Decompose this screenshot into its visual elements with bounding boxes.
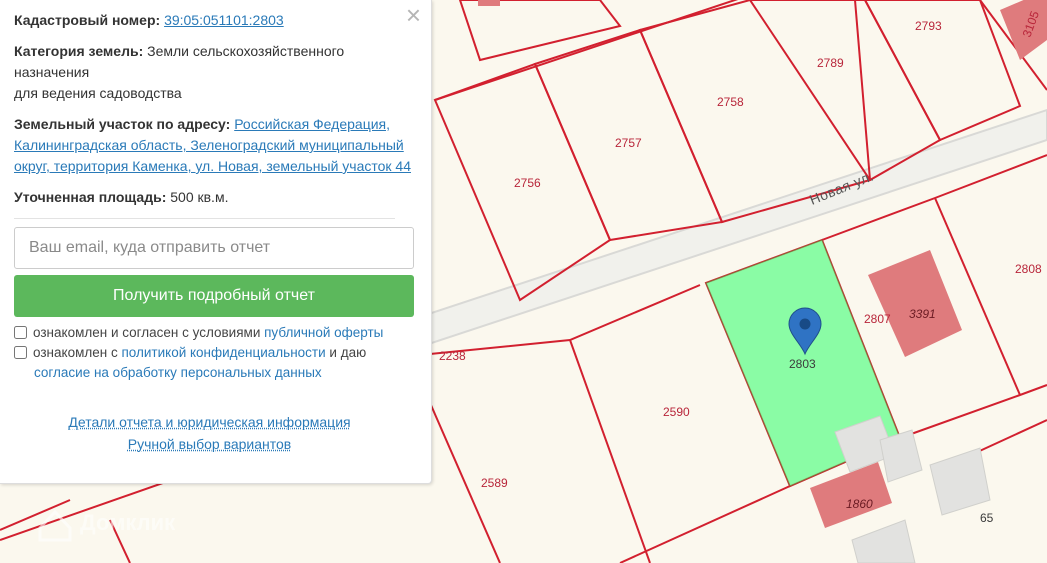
- offer-consent-row: ознакомлен и согласен с условиями публич…: [14, 323, 413, 343]
- watermark-text: Домклик: [80, 510, 176, 535]
- privacy-consent-checkbox[interactable]: [14, 346, 27, 359]
- plot-label-2238: 2238: [439, 349, 466, 363]
- close-icon[interactable]: ×: [406, 2, 421, 28]
- public-offer-link[interactable]: публичной оферты: [264, 325, 383, 340]
- plot-label-2803: 2803: [789, 357, 816, 371]
- email-input[interactable]: [14, 227, 414, 269]
- cadastral-number-label: Кадастровый номер:: [14, 12, 161, 28]
- land-usage-value: для ведения садоводства: [14, 85, 182, 101]
- privacy-policy-link[interactable]: политикой конфиденциальности: [121, 345, 325, 360]
- plot-label-2789: 2789: [817, 56, 844, 70]
- plot-label-2793: 2793: [915, 19, 942, 33]
- cadastral-number-row: Кадастровый номер: 39:05:051101:2803: [14, 10, 413, 31]
- plot-label-2758: 2758: [717, 95, 744, 109]
- land-category-label: Категория земель:: [14, 43, 144, 59]
- building-label-3391: 3391: [909, 307, 936, 321]
- privacy-consent-text-a: ознакомлен с: [33, 345, 118, 360]
- plot-label-2590: 2590: [663, 405, 690, 419]
- plot-label-2589: 2589: [481, 476, 508, 490]
- plot-label-2756: 2756: [514, 176, 541, 190]
- privacy-consent-text-b: и даю: [329, 345, 367, 360]
- personal-data-consent-link[interactable]: согласие на обработку персональных данны…: [34, 365, 322, 380]
- area-row: Уточненная площадь: 500 кв.м.: [14, 187, 413, 208]
- plot-label-65: 65: [980, 511, 994, 525]
- cadastral-number-link[interactable]: 39:05:051101:2803: [164, 12, 284, 28]
- land-category-row: Категория земель: Земли сельскохозяйстве…: [14, 41, 413, 104]
- plot-label-2807: 2807: [864, 312, 891, 326]
- get-report-button[interactable]: Получить подробный отчет: [14, 275, 414, 317]
- report-details-link[interactable]: Детали отчета и юридическая информация: [68, 414, 350, 430]
- bottom-links: Детали отчета и юридическая информация Р…: [14, 411, 405, 455]
- building-label-1860: 1860: [846, 497, 873, 511]
- address-label: Земельный участок по адресу:: [14, 116, 231, 132]
- manual-selection-link[interactable]: Ручной выбор вариантов: [128, 436, 292, 452]
- area-value: 500 кв.м.: [170, 189, 229, 205]
- area-label: Уточненная площадь:: [14, 189, 167, 205]
- plot-label-2757: 2757: [615, 136, 642, 150]
- privacy-consent-row: ознакомлен с политикой конфиденциальност…: [14, 343, 413, 383]
- offer-consent-checkbox[interactable]: [14, 326, 27, 339]
- plot-label-2808: 2808: [1015, 262, 1042, 276]
- building-top: [478, 0, 500, 6]
- plot-info-panel: × Кадастровый номер: 39:05:051101:2803 К…: [0, 0, 432, 484]
- offer-consent-text: ознакомлен и согласен с условиями: [33, 325, 261, 340]
- address-row: Земельный участок по адресу: Российская …: [14, 114, 413, 177]
- divider: [14, 218, 395, 219]
